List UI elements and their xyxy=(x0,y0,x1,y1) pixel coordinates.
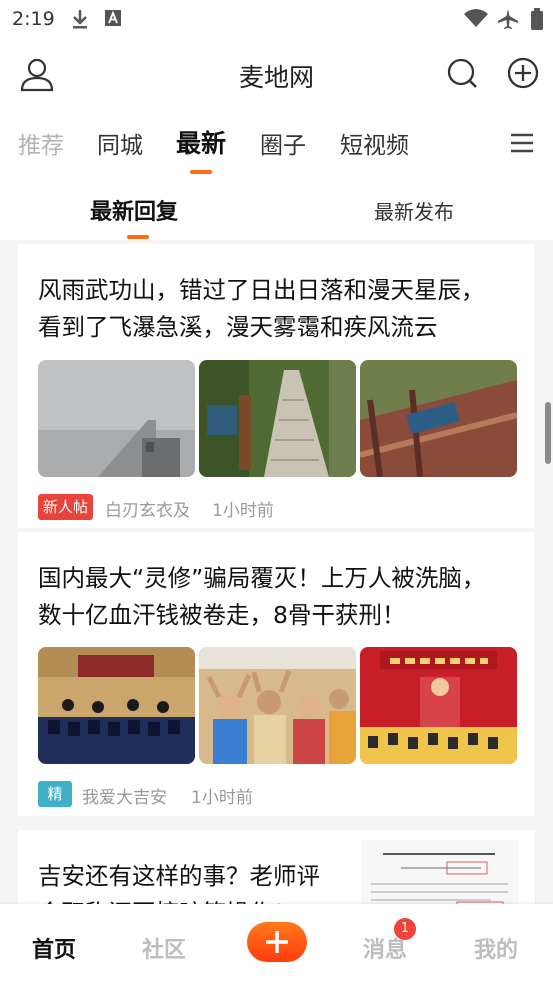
post-feed[interactable]: 风雨武功山，错过了日出日落和漫天星辰， 看到了飞瀑急溪，漫天雾霭和疾风流云 新人… xyxy=(0,240,553,904)
active-subtab-indicator xyxy=(127,235,149,239)
add-circle-icon[interactable] xyxy=(506,56,542,92)
status-time: 2:19 xyxy=(12,8,55,30)
scrollbar[interactable] xyxy=(545,402,551,464)
post-image[interactable] xyxy=(361,840,518,904)
post-images xyxy=(38,647,517,764)
tab-recommend[interactable]: 推荐 xyxy=(18,126,64,160)
nav-home[interactable]: 首页 xyxy=(32,932,76,964)
category-tabs: 推荐 同城 最新 圈子 短视频 xyxy=(0,112,553,174)
nav-community[interactable]: 社区 xyxy=(142,932,186,964)
post-image[interactable] xyxy=(38,360,195,477)
post-author[interactable]: 我爱大吉安 xyxy=(82,783,167,808)
post-title[interactable]: 风雨武功山，错过了日出日落和漫天星辰， 看到了飞瀑急溪，漫天雾霭和疾风流云 xyxy=(38,272,508,346)
plus-icon xyxy=(263,928,291,960)
app-header: 麦地网 xyxy=(0,38,553,110)
battery-icon xyxy=(530,8,544,34)
subtab-latest-posts[interactable]: 最新发布 xyxy=(374,196,454,225)
tab-local[interactable]: 同城 xyxy=(97,126,143,160)
message-count-badge: 1 xyxy=(394,918,416,940)
post-image[interactable] xyxy=(360,360,517,477)
post-image[interactable] xyxy=(360,647,517,764)
new-post-badge: 新人帖 xyxy=(38,494,93,520)
post-meta: 精 我爱大吉安 1小时前 xyxy=(38,781,338,808)
tab-circles[interactable]: 圈子 xyxy=(260,126,306,160)
text-a-icon xyxy=(104,8,122,32)
post-card[interactable]: 吉安还有这样的事？老师评 会职称还要搞暗箱操作? xyxy=(18,830,535,904)
post-image[interactable] xyxy=(199,647,356,764)
post-time: 1小时前 xyxy=(212,501,274,521)
post-author[interactable]: 白刃玄衣及 xyxy=(105,496,190,521)
create-post-button[interactable] xyxy=(247,922,307,962)
tab-latest[interactable]: 最新 xyxy=(176,124,226,160)
post-meta: 新人帖 白刃玄衣及 1小时前 xyxy=(38,494,338,521)
post-card[interactable]: 风雨武功山，错过了日出日落和漫天星辰， 看到了飞瀑急溪，漫天雾霭和疾风流云 新人… xyxy=(18,244,535,528)
search-icon[interactable] xyxy=(445,56,481,92)
nav-profile[interactable]: 我的 xyxy=(474,932,518,964)
featured-badge: 精 xyxy=(38,781,72,807)
airplane-icon xyxy=(497,8,519,34)
post-card[interactable]: 国内最大“灵修”骗局覆灭！上万人被洗脑， 数十亿血汗钱被卷走，8骨干获刑！ 精 … xyxy=(18,532,535,816)
subtab-latest-replies[interactable]: 最新回复 xyxy=(90,194,178,226)
post-image[interactable] xyxy=(38,647,195,764)
tab-short-video[interactable]: 短视频 xyxy=(340,126,409,160)
active-tab-indicator xyxy=(190,170,212,174)
sub-tabs: 最新回复 最新发布 xyxy=(0,178,553,240)
post-time: 1小时前 xyxy=(191,788,253,808)
download-icon xyxy=(70,8,90,34)
status-bar: 2:19 xyxy=(0,0,553,38)
post-image[interactable] xyxy=(199,360,356,477)
menu-icon[interactable] xyxy=(509,132,535,158)
post-images xyxy=(38,360,517,477)
wifi-icon xyxy=(463,8,489,32)
bottom-nav: 首页 社区 消息 1 我的 xyxy=(0,904,553,984)
post-title[interactable]: 吉安还有这样的事？老师评 会职称还要搞暗箱操作? xyxy=(38,858,348,904)
post-title[interactable]: 国内最大“灵修”骗局覆灭！上万人被洗脑， 数十亿血汗钱被卷走，8骨干获刑！ xyxy=(38,560,508,634)
